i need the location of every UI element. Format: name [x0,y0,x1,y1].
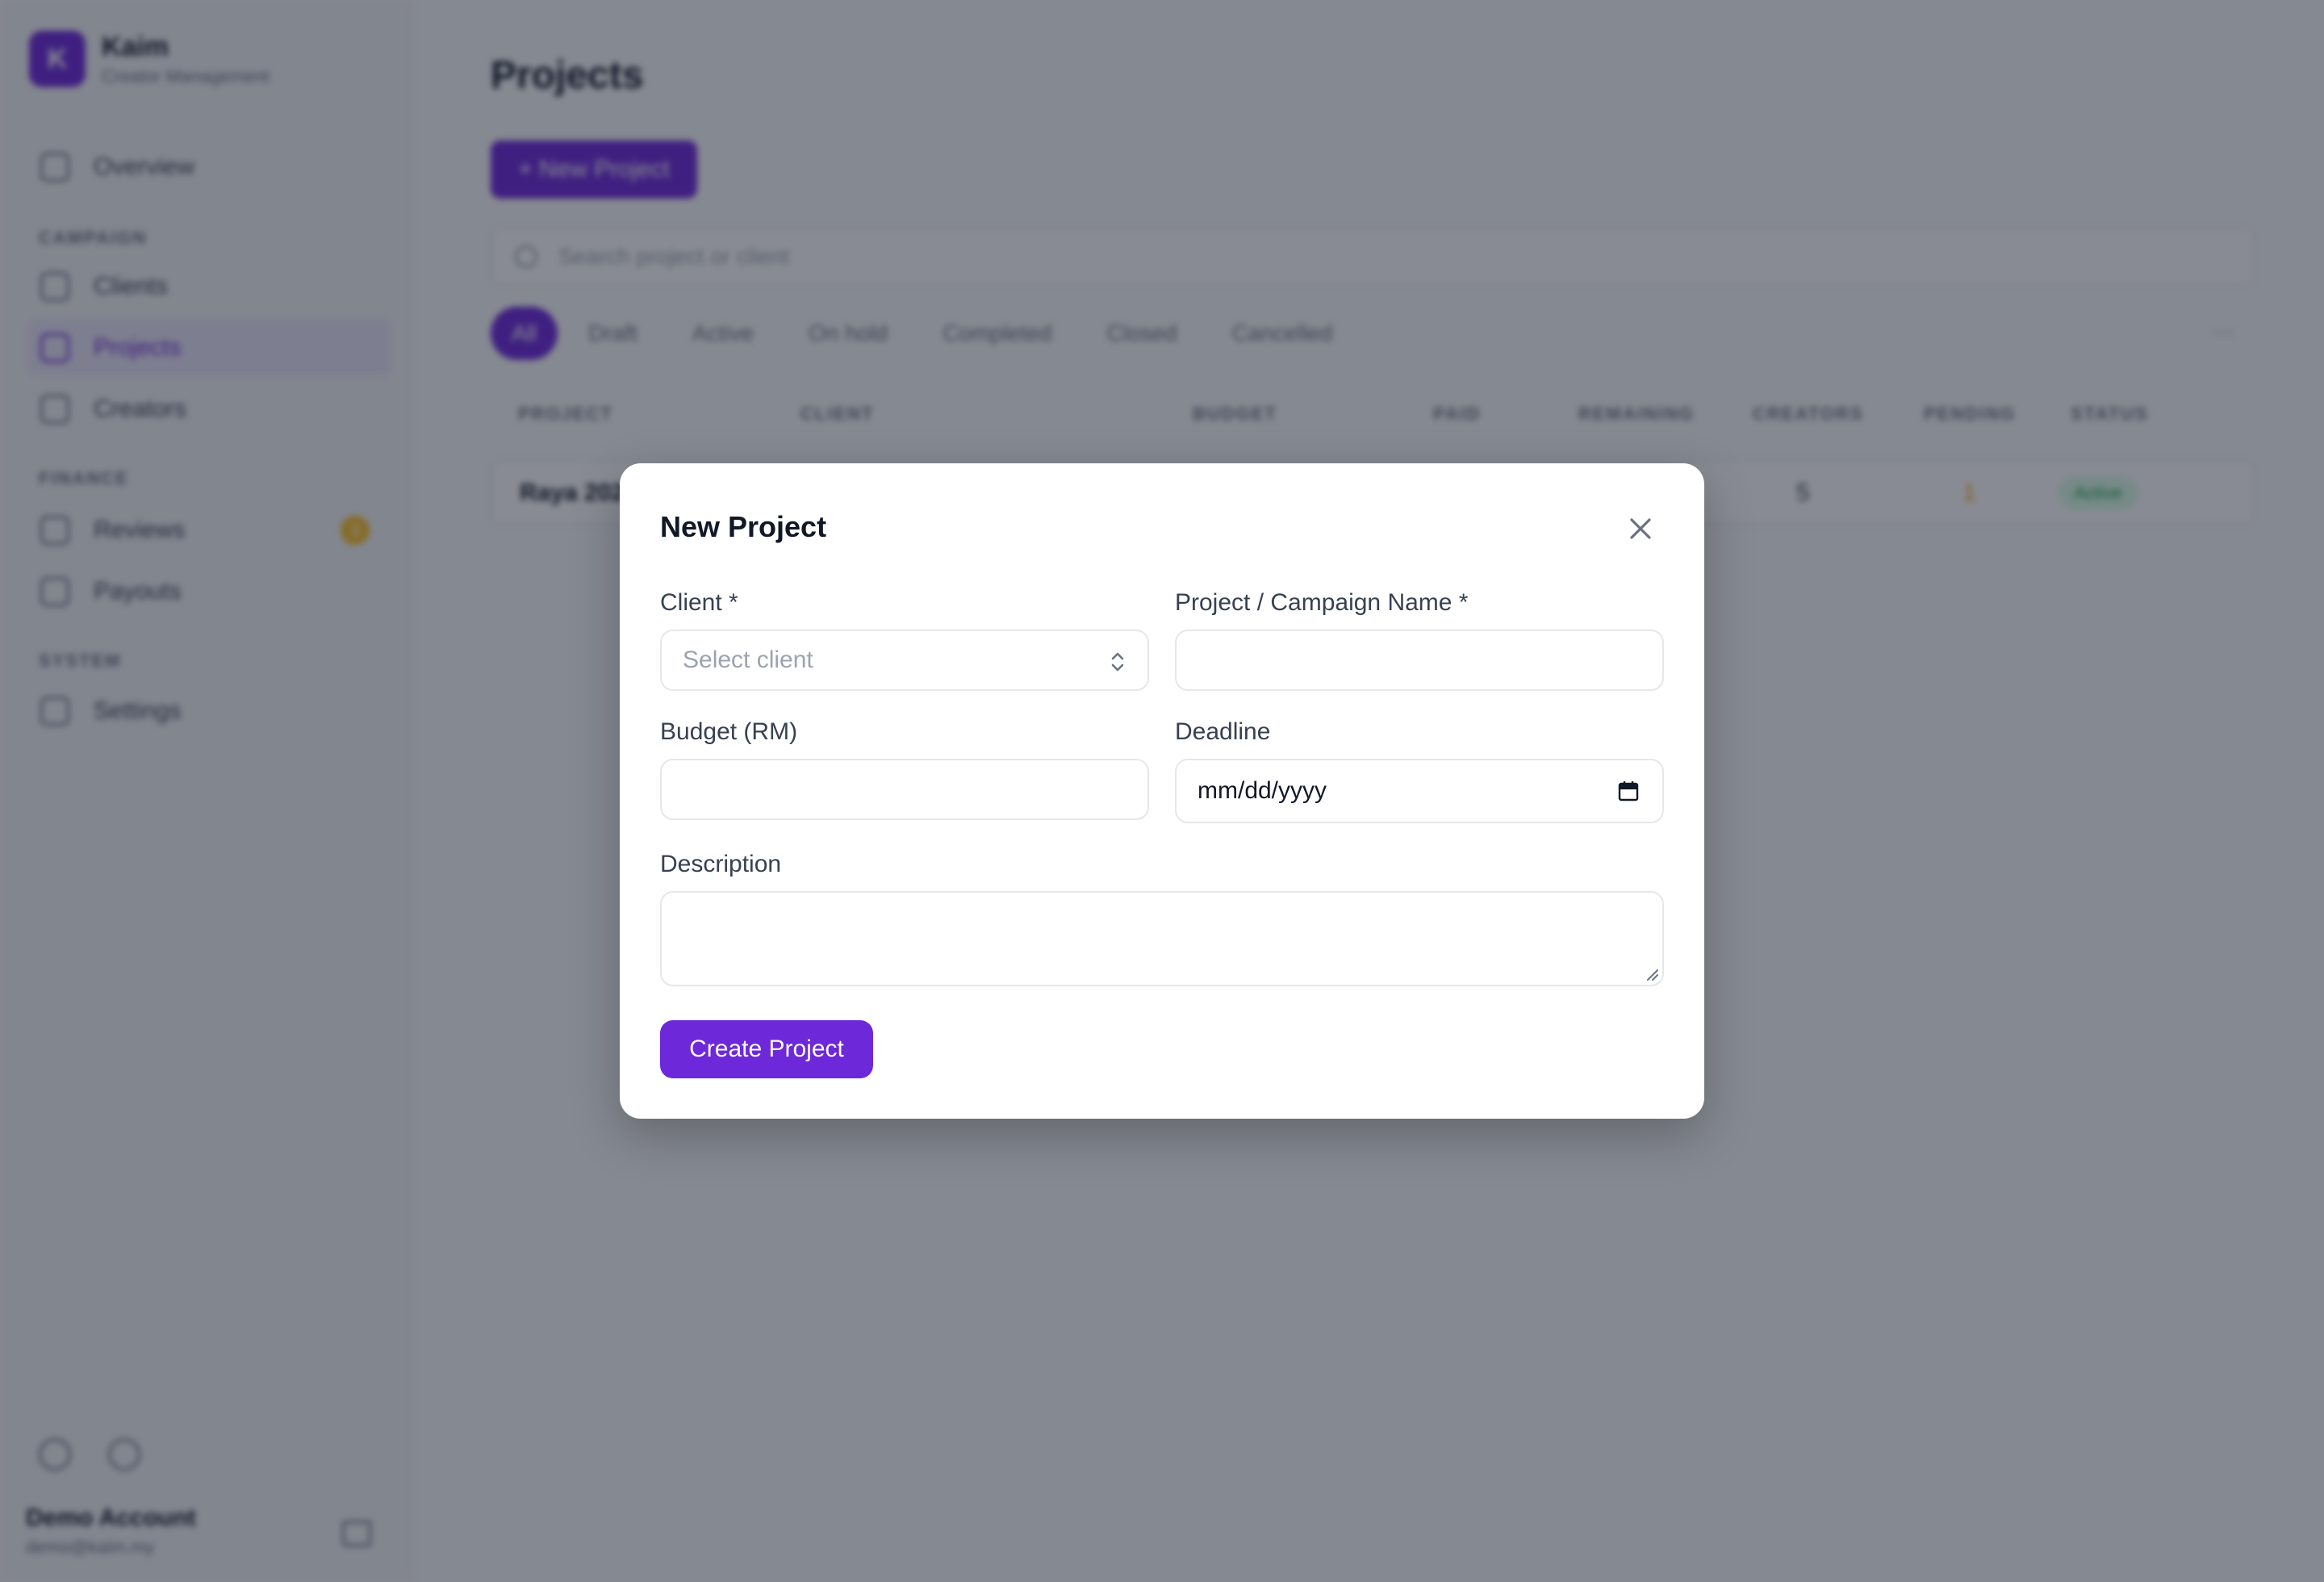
calendar-icon[interactable] [1617,780,1640,802]
budget-input[interactable] [660,759,1149,820]
close-button[interactable] [1620,508,1661,549]
resize-handle-icon[interactable] [1643,965,1659,981]
description-textarea[interactable] [660,891,1664,986]
dialog-title: New Project [660,510,827,543]
chevron-updown-icon [1111,652,1124,672]
client-label: Client * [660,589,738,616]
budget-label: Budget (RM) [660,718,798,745]
client-select[interactable]: Select client [660,630,1149,691]
new-project-dialog: New Project Client * Select client Proje… [620,463,1704,1119]
deadline-date-input[interactable]: mm/dd/yyyy [1175,759,1664,823]
deadline-placeholder: mm/dd/yyyy [1198,777,1327,804]
description-label: Description [660,851,782,877]
deadline-label: Deadline [1175,718,1271,745]
client-select-value: Select client [683,647,813,673]
project-name-input[interactable] [1175,630,1664,691]
close-icon [1630,518,1651,539]
project-name-label: Project / Campaign Name * [1175,589,1469,616]
create-project-button[interactable]: Create Project [660,1020,873,1078]
